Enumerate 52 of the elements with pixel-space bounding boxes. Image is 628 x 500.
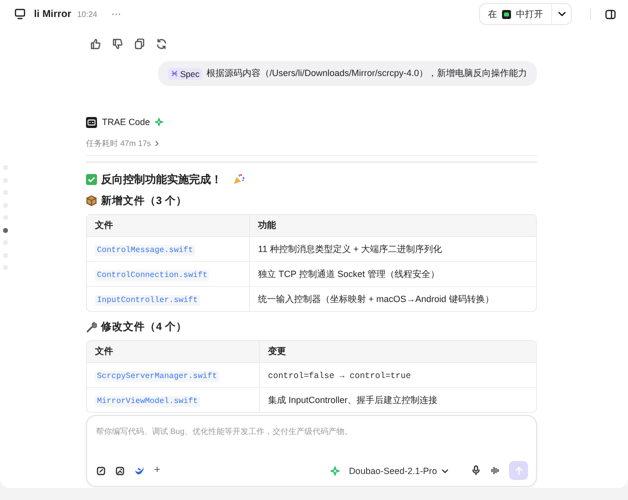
image-icon[interactable] — [115, 466, 125, 476]
nav-dot[interactable] — [3, 228, 8, 232]
message-input-field[interactable]: 帮你编写代码、调试 Bug、优化性能等开发工作，交付生产级代码产物。 — [96, 424, 528, 438]
file-name-link[interactable]: MirrorViewModel.swift — [95, 396, 200, 406]
window-title: li Mirror — [34, 8, 72, 20]
result-title: 反向控制功能实施完成！ — [101, 172, 222, 186]
sparkle-icon — [330, 466, 340, 476]
chevron-down-icon — [556, 9, 566, 19]
monitor-icon — [14, 8, 26, 20]
description-text: 11 种控制消息类型定义 + 大端序二进制序列化 — [258, 244, 442, 254]
column-header: 文件 — [87, 341, 260, 363]
message-text: 根据源码内容（/Users/li/Downloads/Mirror/scrcpy-4.0），新增电脑反向操作能力 — [206, 67, 527, 80]
copy-icon[interactable] — [134, 38, 145, 50]
chevron-down-icon — [441, 466, 449, 474]
sparkle-icon — [155, 118, 164, 126]
arrow-up-icon — [514, 466, 524, 476]
file-name-link[interactable]: ScrcpyServerManager.swift — [95, 370, 220, 382]
description-text: 统一输入控制器（坐标映射 + macOS→Android 键码转换） — [258, 294, 494, 304]
microphone-icon[interactable] — [471, 465, 481, 476]
chevron-right-icon — [154, 140, 160, 147]
description-text: 独立 TCP 控制通道 Socket 管理（线程安全） — [258, 268, 440, 278]
timestamp: 10:24 — [77, 10, 98, 18]
sidebar-panel-icon[interactable] — [605, 8, 616, 20]
spec-icon — [171, 70, 178, 77]
refresh-icon[interactable] — [156, 38, 167, 50]
section-heading: 新增文件（3 个） — [101, 194, 187, 208]
add-button[interactable]: + — [154, 465, 160, 476]
thumbs-down-icon[interactable] — [112, 38, 123, 50]
file-name-link[interactable]: ControlConnection.swift — [95, 270, 210, 280]
file-name-link[interactable]: InputController.swift — [95, 294, 200, 306]
agent-name: TRAE Code — [102, 117, 150, 127]
package-icon — [86, 195, 97, 207]
code-text: control=false → control=true — [268, 370, 411, 380]
terminal-logo-icon — [86, 116, 97, 128]
duration-link[interactable]: 任务耗时 47m 17s — [86, 138, 160, 149]
wrench-icon — [86, 321, 97, 333]
model-selector[interactable]: Doubao-Seed-2.1-Pro — [348, 466, 449, 476]
column-header: 功能 — [250, 215, 536, 237]
check-mark-icon — [86, 174, 97, 184]
thumbs-up-icon[interactable] — [90, 38, 101, 50]
waveform-icon[interactable] — [490, 465, 500, 476]
edit-square-icon[interactable] — [96, 466, 106, 476]
column-header: 文件 — [87, 215, 250, 237]
section-heading: 修改文件（4 个） — [101, 320, 187, 334]
description-text: 集成 InputController、握手后建立控制连接 — [268, 394, 438, 404]
file-name-link[interactable]: ControlMessage.swift — [95, 244, 196, 256]
more-button[interactable]: ··· — [111, 8, 122, 20]
spec-tag: Spec — [168, 68, 202, 80]
column-header: 变更 — [260, 341, 536, 363]
bird-logo-icon[interactable] — [134, 465, 145, 476]
app-icon — [502, 10, 511, 18]
party-popper-icon — [233, 173, 245, 185]
